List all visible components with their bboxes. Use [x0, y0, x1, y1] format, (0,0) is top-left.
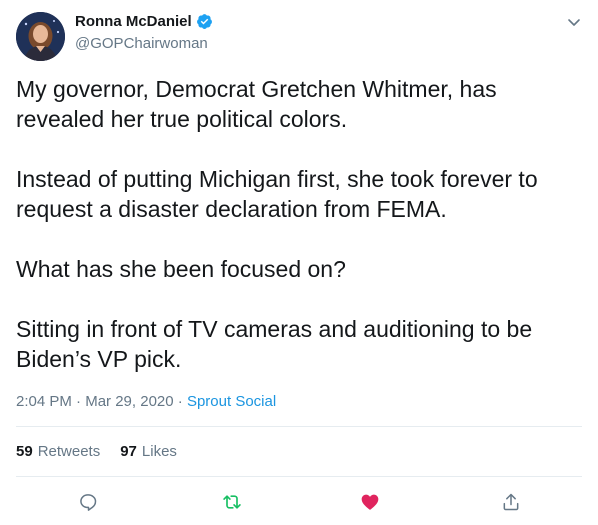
tweet-paragraph: Sitting in front of TV cameras and audit…: [16, 316, 533, 372]
tweet-text: My governor, Democrat Gretchen Whitmer, …: [16, 74, 582, 374]
tweet-source-link[interactable]: Sprout Social: [187, 393, 276, 410]
chevron-down-icon[interactable]: [566, 14, 582, 30]
action-bar: [0, 486, 598, 516]
author-name[interactable]: Ronna McDaniel: [75, 13, 192, 30]
tweet-paragraph: My governor, Democrat Gretchen Whitmer, …: [16, 76, 497, 132]
tweet-meta: 2:04 PM · Mar 29, 2020 · Sprout Social: [16, 393, 276, 410]
divider: [16, 426, 582, 427]
share-icon[interactable]: [499, 490, 523, 514]
likes-count: 97: [120, 443, 137, 460]
meta-separator: ·: [76, 393, 82, 410]
tweet-paragraph: Instead of putting Michigan first, she t…: [16, 166, 538, 222]
avatar[interactable]: [16, 12, 65, 61]
tweet-time[interactable]: 2:04 PM: [16, 393, 72, 410]
divider: [16, 476, 582, 477]
verified-badge-icon: [196, 13, 213, 30]
tweet-paragraph: What has she been focused on?: [16, 256, 346, 282]
retweets-label: Retweets: [37, 443, 101, 460]
meta-separator: ·: [177, 393, 183, 410]
likes-label: Likes: [141, 443, 177, 460]
reply-icon[interactable]: [76, 490, 100, 514]
author-handle[interactable]: @GOPChairwoman: [75, 35, 208, 52]
retweet-icon[interactable]: [220, 490, 244, 514]
heart-icon[interactable]: [358, 490, 382, 514]
tweet-stats: 59 Retweets 97 Likes: [16, 443, 197, 460]
likes-stat[interactable]: 97 Likes: [120, 443, 177, 460]
retweets-count: 59: [16, 443, 33, 460]
tweet-date[interactable]: Mar 29, 2020: [85, 393, 173, 410]
retweets-stat[interactable]: 59 Retweets: [16, 443, 100, 460]
